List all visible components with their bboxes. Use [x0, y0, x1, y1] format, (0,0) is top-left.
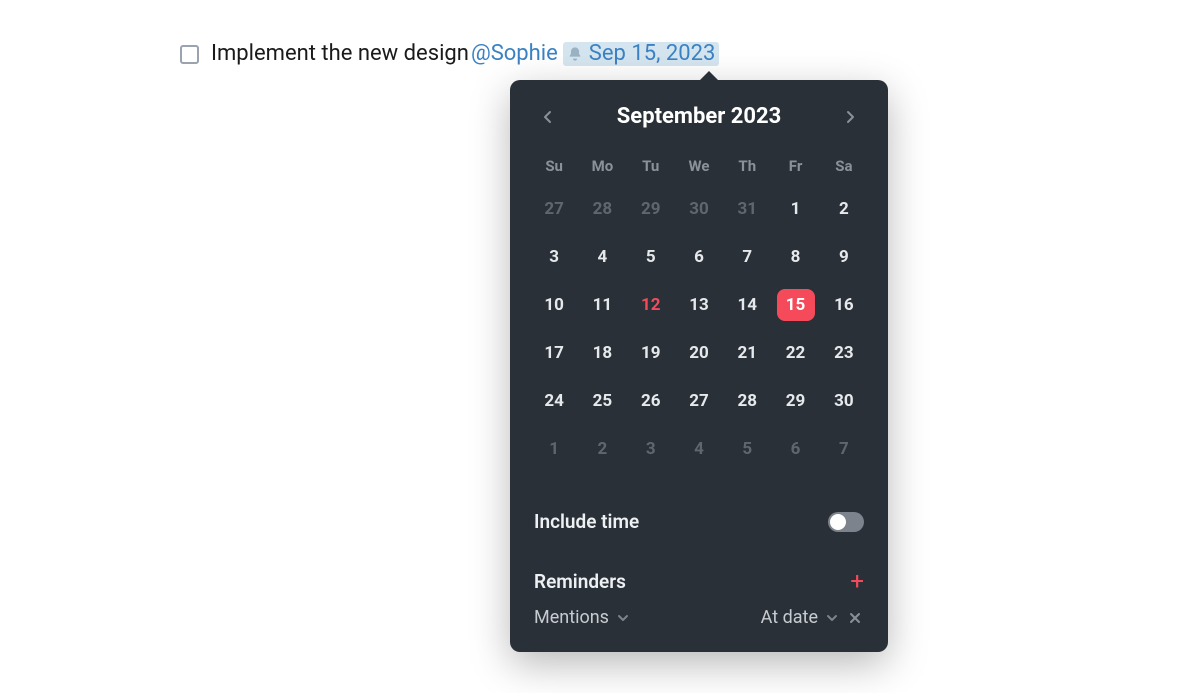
calendar-day[interactable]: 31 — [723, 185, 771, 233]
reminder-type-label: Mentions — [534, 607, 609, 628]
calendar-day[interactable]: 22 — [771, 329, 819, 377]
include-time-label: Include time — [534, 510, 639, 533]
calendar-day[interactable]: 4 — [675, 425, 723, 473]
calendar-header: September 2023 — [510, 80, 888, 141]
reminder-row: Mentions At date — [510, 601, 888, 652]
calendar-day[interactable]: 6 — [771, 425, 819, 473]
remove-reminder-button[interactable] — [846, 611, 864, 625]
calendar-day[interactable]: 30 — [820, 377, 868, 425]
calendar-day[interactable]: 12 — [627, 281, 675, 329]
calendar-day[interactable]: 1 — [771, 185, 819, 233]
calendar-day[interactable]: 18 — [578, 329, 626, 377]
calendar-day[interactable]: 1 — [530, 425, 578, 473]
calendar-day[interactable]: 11 — [578, 281, 626, 329]
calendar-day[interactable]: 24 — [530, 377, 578, 425]
dow-label: We — [675, 147, 723, 185]
calendar-day[interactable]: 15 — [771, 281, 819, 329]
calendar-day[interactable]: 29 — [771, 377, 819, 425]
dow-label: Sa — [820, 147, 868, 185]
calendar-day[interactable]: 10 — [530, 281, 578, 329]
calendar-day[interactable]: 19 — [627, 329, 675, 377]
dow-label: Su — [530, 147, 578, 185]
calendar-day[interactable]: 6 — [675, 233, 723, 281]
reminders-label: Reminders — [534, 570, 626, 593]
prev-month-button[interactable] — [536, 110, 558, 124]
reminder-when-select[interactable]: At date — [761, 607, 838, 628]
calendar-day[interactable]: 26 — [627, 377, 675, 425]
calendar-day[interactable]: 17 — [530, 329, 578, 377]
calendar-day[interactable]: 28 — [723, 377, 771, 425]
calendar-day[interactable]: 30 — [675, 185, 723, 233]
date-chip[interactable]: Sep 15, 2023 — [563, 42, 720, 66]
chevron-down-icon — [826, 613, 838, 623]
calendar-day[interactable]: 16 — [820, 281, 868, 329]
calendar-day[interactable]: 21 — [723, 329, 771, 377]
calendar-day[interactable]: 27 — [530, 185, 578, 233]
reminder-when-label: At date — [761, 607, 818, 628]
calendar-day[interactable]: 3 — [627, 425, 675, 473]
calendar-day[interactable]: 7 — [820, 425, 868, 473]
calendar-day[interactable]: 2 — [820, 185, 868, 233]
add-reminder-button[interactable]: + — [850, 569, 864, 593]
calendar-day[interactable]: 8 — [771, 233, 819, 281]
calendar-day[interactable]: 3 — [530, 233, 578, 281]
calendar-title: September 2023 — [558, 104, 840, 129]
calendar-day[interactable]: 14 — [723, 281, 771, 329]
calendar-day[interactable]: 13 — [675, 281, 723, 329]
calendar-day[interactable]: 7 — [723, 233, 771, 281]
mention-chip[interactable]: @Sophie — [471, 43, 558, 65]
chevron-down-icon — [617, 613, 629, 623]
dow-label: Fr — [771, 147, 819, 185]
dow-label: Mo — [578, 147, 626, 185]
calendar-day[interactable]: 9 — [820, 233, 868, 281]
calendar-day[interactable]: 27 — [675, 377, 723, 425]
date-chip-label: Sep 15, 2023 — [589, 43, 716, 65]
date-popover: September 2023 SuMoTuWeThFrSa27282930311… — [510, 80, 888, 652]
todo-text: Implement the new design — [211, 43, 469, 65]
calendar-day[interactable]: 20 — [675, 329, 723, 377]
reminder-type-select[interactable]: Mentions — [534, 607, 629, 628]
bell-icon — [567, 46, 583, 62]
reminders-header: Reminders + — [510, 551, 888, 601]
include-time-row: Include time — [510, 484, 888, 551]
todo-item: Implement the new design @Sophie Sep 15,… — [180, 42, 719, 66]
dow-label: Tu — [627, 147, 675, 185]
calendar-day[interactable]: 5 — [723, 425, 771, 473]
calendar-grid: SuMoTuWeThFrSa27282930311234567891011121… — [510, 141, 888, 483]
calendar-day[interactable]: 5 — [627, 233, 675, 281]
calendar-day[interactable]: 28 — [578, 185, 626, 233]
calendar-day[interactable]: 23 — [820, 329, 868, 377]
todo-checkbox[interactable] — [180, 45, 199, 64]
calendar-day[interactable]: 4 — [578, 233, 626, 281]
dow-label: Th — [723, 147, 771, 185]
include-time-toggle[interactable] — [828, 512, 864, 532]
calendar-day[interactable]: 29 — [627, 185, 675, 233]
calendar-day[interactable]: 2 — [578, 425, 626, 473]
calendar-day[interactable]: 25 — [578, 377, 626, 425]
next-month-button[interactable] — [840, 110, 862, 124]
